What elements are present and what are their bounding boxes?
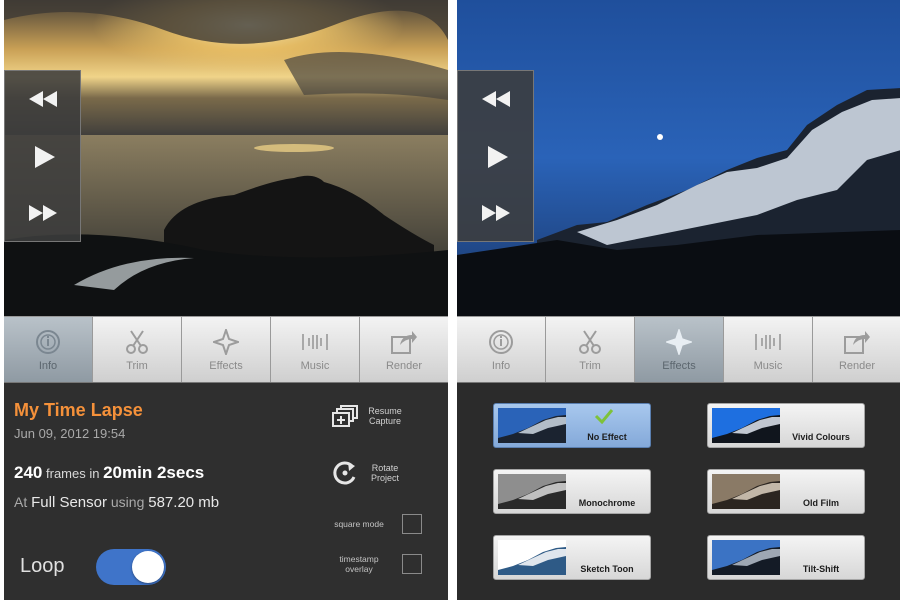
resume-capture-label: Resume Capture	[368, 406, 402, 426]
rotate-project-label: Rotate Project	[370, 463, 399, 483]
effect-label: Tilt-Shift	[802, 564, 840, 574]
play-icon	[487, 146, 508, 168]
right-screen: Info Trim Effects Music Render No Effect	[457, 0, 900, 600]
tab-info[interactable]: Info	[457, 317, 546, 382]
effect-thumbnail	[712, 474, 780, 509]
rewind-button[interactable]	[458, 71, 535, 127]
rotate-icon	[333, 461, 356, 485]
effect-thumbnail	[498, 540, 566, 575]
square-mode-label: square mode	[334, 519, 384, 529]
rewind-button[interactable]	[5, 71, 82, 127]
frames-summary: 240 frames in 20min 2secs	[14, 463, 204, 483]
effects-panel: No Effect Vivid Colours Monochrome Old F…	[457, 383, 900, 600]
export-icon	[391, 330, 417, 354]
tab-render[interactable]: Render	[813, 317, 900, 382]
effect-thumbnail	[498, 408, 566, 443]
tab-music[interactable]: Music	[724, 317, 813, 382]
play-icon	[34, 146, 55, 168]
tab-label: Render	[385, 359, 423, 372]
effect-monochrome[interactable]: Monochrome	[493, 469, 651, 514]
duration-value: 20min 2secs	[103, 463, 205, 482]
fast-forward-icon	[28, 205, 57, 221]
tab-label: Music	[300, 359, 330, 372]
project-title: My Time Lapse	[14, 400, 143, 420]
effect-old-film[interactable]: Old Film	[707, 469, 865, 514]
effect-label: Sketch Toon	[580, 564, 634, 574]
tab-info[interactable]: Info	[4, 317, 93, 382]
effect-sketch-toon[interactable]: Sketch Toon	[493, 535, 651, 580]
left-screen: Info Trim Effects Music Render My Time L…	[4, 0, 448, 600]
rewind-icon	[28, 91, 57, 107]
checkmark-icon	[594, 409, 614, 424]
effect-no-effect[interactable]: No Effect	[493, 403, 651, 448]
sensor-summary: At Full Sensor using 587.20 mb	[14, 494, 219, 511]
fast-forward-icon	[481, 205, 510, 221]
effect-thumbnail	[712, 540, 780, 575]
frames-count: 240	[14, 463, 43, 482]
music-icon	[755, 333, 781, 350]
info-icon	[489, 329, 513, 354]
effect-label: Vivid Colours	[792, 432, 850, 442]
resume-capture-button[interactable]: Resume Capture	[330, 403, 410, 429]
toggle-knob	[132, 551, 164, 583]
square-mode-row: square mode	[330, 514, 422, 534]
play-button[interactable]	[458, 129, 535, 185]
tab-trim[interactable]: Trim	[546, 317, 635, 382]
tab-label: Trim	[126, 359, 148, 372]
export-icon	[844, 330, 870, 354]
scissors-icon	[579, 329, 601, 354]
frames-text: frames in	[46, 466, 100, 481]
project-date: Jun 09, 2012 19:54	[14, 426, 126, 441]
playback-controls	[4, 70, 81, 242]
effect-thumbnail	[712, 408, 780, 443]
tab-effects[interactable]: Effects	[182, 317, 271, 382]
tab-label: Render	[838, 359, 876, 372]
fast-forward-button[interactable]	[458, 185, 535, 241]
rotate-project-button[interactable]: Rotate Project	[330, 460, 410, 486]
square-mode-checkbox[interactable]	[402, 514, 422, 534]
loop-toggle[interactable]	[96, 549, 166, 585]
tab-label: Info	[491, 359, 511, 372]
tab-bar: Info Trim Effects Music Render	[4, 316, 448, 383]
tab-label: Music	[753, 359, 783, 372]
tab-trim[interactable]: Trim	[93, 317, 182, 382]
tab-label: Effects	[209, 359, 243, 372]
fast-forward-button[interactable]	[5, 185, 82, 241]
scissors-icon	[126, 329, 148, 354]
size-value: 587.20 mb	[148, 494, 220, 511]
tab-effects[interactable]: Effects	[635, 317, 724, 382]
loop-label: Loop	[20, 555, 65, 577]
tab-music[interactable]: Music	[271, 317, 360, 382]
using-text: using	[110, 494, 145, 510]
sparkle-icon	[213, 328, 239, 355]
resume-capture-icon	[332, 405, 358, 427]
play-button[interactable]	[5, 129, 82, 185]
info-panel: My Time Lapse Jun 09, 2012 19:54 240 fra…	[4, 383, 448, 600]
rewind-icon	[481, 91, 510, 107]
tab-render[interactable]: Render	[360, 317, 448, 382]
tab-label: Info	[38, 359, 58, 372]
timestamp-overlay-checkbox[interactable]	[402, 554, 422, 574]
info-icon	[36, 329, 60, 354]
effect-label: No Effect	[587, 432, 627, 442]
tab-bar: Info Trim Effects Music Render	[457, 316, 900, 383]
tab-label: Effects	[662, 359, 696, 372]
at-text: At	[14, 494, 28, 510]
effect-label: Monochrome	[578, 498, 636, 508]
effect-vivid-colours[interactable]: Vivid Colours	[707, 403, 865, 448]
effect-tilt-shift[interactable]: Tilt-Shift	[707, 535, 865, 580]
effect-thumbnail	[498, 474, 566, 509]
tab-label: Trim	[579, 359, 601, 372]
music-icon	[302, 333, 328, 350]
playback-controls	[457, 70, 534, 242]
timestamp-overlay-label: timestamp overlay	[339, 554, 379, 574]
effect-label: Old Film	[803, 498, 839, 508]
sparkle-icon	[666, 328, 692, 355]
sensor-value: Full Sensor	[31, 494, 107, 511]
timestamp-overlay-row: timestamp overlay	[330, 554, 422, 574]
